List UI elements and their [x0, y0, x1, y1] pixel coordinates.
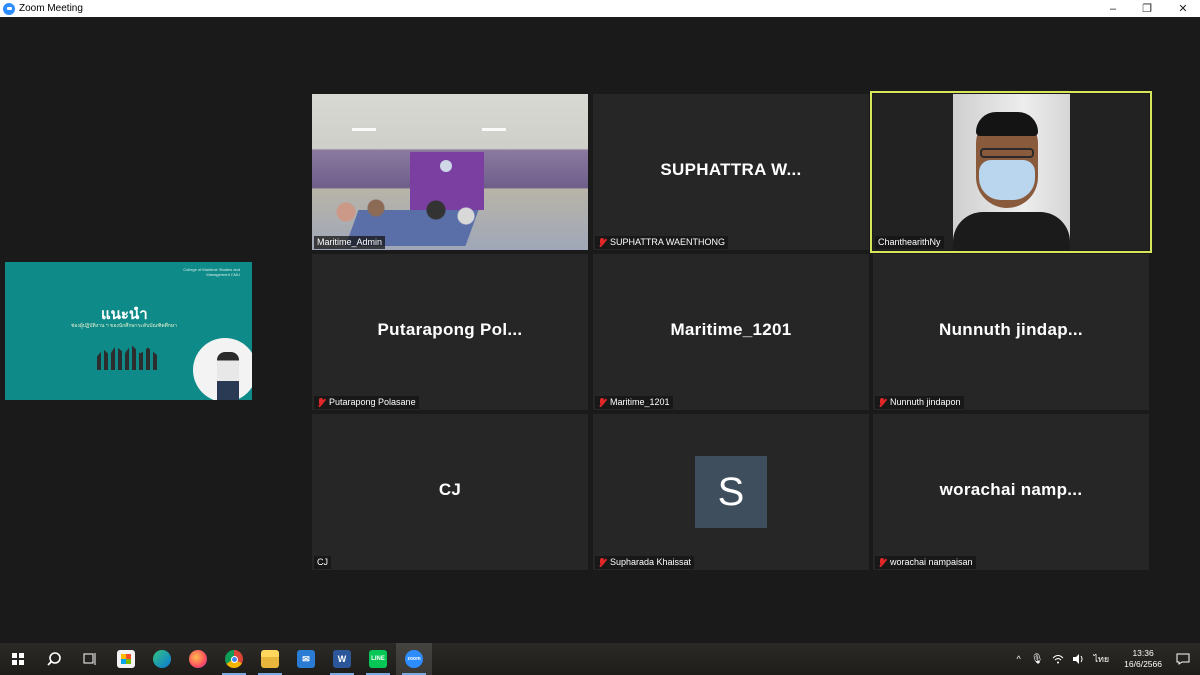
window-title: Zoom Meeting: [19, 3, 83, 14]
zoom-icon: zoom: [405, 650, 423, 668]
participant-name-label: Maritime_Admin: [314, 236, 386, 249]
clock-date: 16/6/2566: [1124, 659, 1162, 669]
taskbar-app-zoom[interactable]: zoom: [396, 643, 432, 675]
video-glasses: [980, 148, 1034, 158]
start-button[interactable]: [0, 643, 36, 675]
taskbar-app-line[interactable]: LINE: [360, 643, 396, 675]
participant-name-label: Supharada Khaissat: [595, 556, 695, 569]
participant-name-label: SUPHATTRA WAENTHONG: [595, 236, 729, 249]
microphone-icon[interactable]: 🎙: [1031, 654, 1044, 665]
edge-icon: [153, 650, 171, 668]
search-icon: [47, 652, 61, 666]
chrome-icon: [225, 650, 243, 668]
participant-display-name: SUPHATTRA W...: [660, 160, 802, 179]
mic-muted-icon: [878, 557, 887, 568]
presenter-photo: [217, 352, 239, 400]
participant-tile[interactable]: CJ CJ: [312, 414, 588, 570]
taskbar-app-word[interactable]: W: [324, 643, 360, 675]
mic-muted-icon: [598, 397, 607, 408]
taskbar-app-firefox[interactable]: [180, 643, 216, 675]
taskbar-app-store[interactable]: [108, 643, 144, 675]
shared-screen-thumbnail[interactable]: College of Maritime Studies and Manageme…: [5, 262, 252, 400]
video-shirt: [953, 212, 1070, 250]
mic-muted-icon: [878, 397, 887, 408]
taskbar-app-edge[interactable]: [144, 643, 180, 675]
participant-name-label: ChanthearithNy: [875, 236, 944, 249]
participant-name-label: Maritime_1201: [595, 396, 673, 409]
participant-tile[interactable]: Nunnuth jindap... Nunnuth jindapon: [873, 254, 1149, 410]
room-people: [326, 192, 526, 232]
participant-tile[interactable]: S Supharada Khaissat: [593, 414, 869, 570]
title-bar: Zoom Meeting – ❐ ✕: [0, 0, 1200, 17]
wifi-icon[interactable]: [1052, 654, 1064, 664]
participant-display-name: Maritime_1201: [670, 320, 792, 339]
participant-name-label: worachai nampaisan: [875, 556, 976, 569]
participant-tile[interactable]: SUPHATTRA W... SUPHATTRA WAENTHONG: [593, 94, 869, 250]
ceiling-light: [482, 128, 506, 131]
mic-muted-icon: [598, 237, 607, 248]
participant-display-name: CJ: [438, 480, 462, 499]
taskbar-app-mail[interactable]: ✉: [288, 643, 324, 675]
volume-icon[interactable]: [1072, 654, 1084, 664]
input-language[interactable]: ไทย: [1093, 652, 1109, 666]
mic-muted-icon: [598, 557, 607, 568]
windows-taskbar: ✉ W LINE zoom ^ 🎙 ไทย 13:36 16/6/2566: [0, 643, 1200, 675]
taskbar-app-chrome[interactable]: [216, 643, 252, 675]
participant-name-label: CJ: [314, 556, 331, 569]
taskbar-app-file-explorer[interactable]: [252, 643, 288, 675]
ceiling-light: [352, 128, 376, 131]
participant-name-label: Putarapong Polasane: [314, 396, 419, 409]
participant-tile[interactable]: Maritime_Admin: [312, 94, 588, 250]
participant-avatar: S: [695, 456, 767, 528]
store-icon: [117, 650, 135, 668]
mail-icon: ✉: [297, 650, 315, 668]
video-hair: [976, 112, 1038, 136]
slide-subtitle: ช่องผู้ปฏิบัติงาน ฯ ของนักศึกษาระดับบัณฑ…: [71, 323, 177, 329]
zoom-app-icon: [3, 2, 15, 15]
line-icon: LINE: [369, 650, 387, 668]
firefox-icon: [189, 650, 207, 668]
word-icon: W: [333, 650, 351, 668]
restore-button[interactable]: ❐: [1130, 0, 1164, 17]
video-face-mask: [979, 160, 1035, 200]
graduates-illustration: [97, 344, 159, 370]
clock-time: 13:36: [1132, 648, 1154, 658]
task-view-button[interactable]: [72, 643, 108, 675]
clock[interactable]: 13:36 16/6/2566: [1124, 648, 1162, 670]
folder-icon: [261, 650, 279, 668]
show-hidden-icons-chevron[interactable]: ^: [1017, 654, 1021, 664]
participant-tile[interactable]: Maritime_1201 Maritime_1201: [593, 254, 869, 410]
banner-logo: [440, 160, 452, 172]
search-button[interactable]: [36, 643, 72, 675]
meeting-stage: College of Maritime Studies and Manageme…: [0, 17, 1200, 643]
participant-tile[interactable]: worachai namp... worachai nampaisan: [873, 414, 1149, 570]
participant-display-name: Putarapong Pol...: [377, 320, 523, 339]
system-tray: ^ 🎙 ไทย 13:36 16/6/2566: [1012, 643, 1200, 675]
participant-tile-active-speaker[interactable]: ChanthearithNy: [870, 91, 1152, 253]
participant-tile[interactable]: Putarapong Pol... Putarapong Polasane: [312, 254, 588, 410]
windows-logo-icon: [12, 653, 24, 665]
participant-name-label: Nunnuth jindapon: [875, 396, 964, 409]
participant-display-name: Nunnuth jindap...: [939, 320, 1083, 339]
mic-muted-icon: [317, 397, 326, 408]
task-view-icon: [83, 653, 96, 665]
minimize-button[interactable]: –: [1096, 0, 1130, 17]
slide-corner-text: College of Maritime Studies and Manageme…: [183, 267, 240, 277]
notification-icon[interactable]: [1176, 653, 1190, 665]
participant-display-name: worachai namp...: [939, 480, 1083, 499]
close-button[interactable]: ✕: [1166, 0, 1200, 17]
